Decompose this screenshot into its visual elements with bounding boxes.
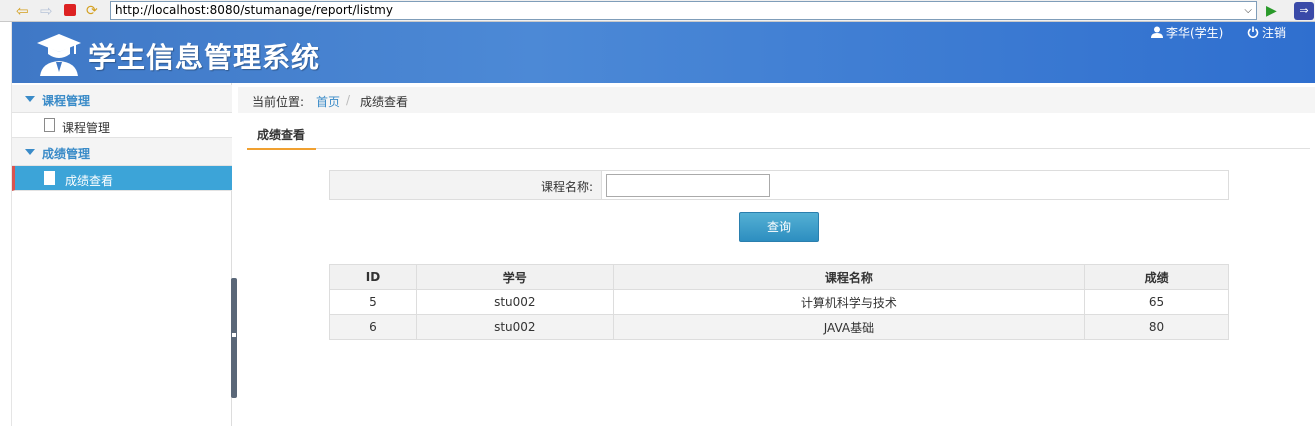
sidebar-item-score-view[interactable]: 成绩查看 — [12, 166, 232, 191]
cell-course-name: 计算机科学与技术 — [612, 289, 1086, 315]
splitter-handle[interactable] — [231, 278, 237, 398]
cell-score: 80 — [1084, 314, 1229, 340]
search-label-cell: 课程名称: — [330, 171, 602, 199]
graduate-icon — [37, 34, 81, 76]
tab-bar-line — [247, 148, 1310, 149]
sidebar-group-label: 课程管理 — [42, 94, 91, 108]
breadcrumb: 当前位置: 首页 / 成绩查看 — [238, 87, 1315, 113]
sidebar-item-label: 课程管理 — [62, 121, 111, 135]
sidebar: 课程管理 课程管理 成绩管理 成绩查看 — [12, 83, 232, 426]
user-icon — [1151, 26, 1163, 38]
tab-score-view[interactable]: 成绩查看 — [247, 126, 316, 150]
cell-score: 65 — [1084, 289, 1229, 315]
document-icon — [44, 118, 55, 132]
search-form: 课程名称: — [329, 170, 1229, 200]
column-header-course-name: 课程名称 — [612, 264, 1086, 290]
chevron-down-icon[interactable]: ⌵ — [1244, 2, 1252, 19]
caret-down-icon — [25, 96, 35, 102]
column-header-student-no: 学号 — [415, 264, 614, 290]
breadcrumb-home-link[interactable]: 首页 — [316, 93, 340, 110]
app-title: 学生信息管理系统 — [88, 41, 321, 74]
table-row: 6 stu002 JAVA基础 80 — [329, 314, 1229, 340]
back-icon[interactable]: ⇦ — [16, 2, 34, 20]
breadcrumb-separator: / — [346, 93, 351, 107]
refresh-icon[interactable]: ⟳ — [86, 2, 104, 20]
current-user[interactable]: 李华(学生) — [1166, 24, 1223, 41]
exit-icon[interactable]: ⇒ — [1294, 2, 1314, 20]
left-strip — [0, 22, 12, 426]
cell-student-no: stu002 — [415, 289, 614, 315]
column-header-id: ID — [329, 264, 417, 290]
splitter-grip — [232, 333, 236, 337]
document-icon — [44, 171, 55, 185]
address-bar[interactable]: http://localhost:8080/stumanage/report/l… — [110, 1, 1257, 20]
column-header-score: 成绩 — [1084, 264, 1229, 290]
table-header-row: ID 学号 课程名称 成绩 — [329, 264, 1229, 290]
power-icon[interactable] — [1247, 26, 1259, 38]
score-table: ID 学号 课程名称 成绩 5 stu002 计算机科学与技术 65 6 stu… — [329, 264, 1229, 340]
query-button[interactable]: 查询 — [739, 212, 819, 242]
stop-icon[interactable] — [64, 4, 76, 16]
table-row: 5 stu002 计算机科学与技术 65 — [329, 289, 1229, 315]
breadcrumb-label: 当前位置: — [252, 95, 305, 109]
sidebar-group-label: 成绩管理 — [42, 147, 91, 161]
cell-id: 5 — [329, 289, 417, 315]
course-name-input[interactable] — [606, 174, 770, 197]
cell-course-name: JAVA基础 — [612, 314, 1086, 340]
caret-down-icon — [25, 149, 35, 155]
breadcrumb-current: 成绩查看 — [360, 95, 409, 109]
cell-id: 6 — [329, 314, 417, 340]
cell-student-no: stu002 — [415, 314, 614, 340]
app-header: 学生信息管理系统 — [12, 22, 1315, 83]
address-bar-text: http://localhost:8080/stumanage/report/l… — [115, 3, 393, 17]
sidebar-item-course-manage[interactable]: 课程管理 — [12, 113, 232, 138]
forward-icon[interactable]: ⇨ — [40, 2, 58, 20]
browser-toolbar: ⇦ ⇨ ⟳ http://localhost:8080/stumanage/re… — [0, 0, 1315, 22]
sidebar-item-label: 成绩查看 — [65, 174, 114, 188]
logout-link[interactable]: 注销 — [1262, 24, 1286, 41]
sidebar-group-course[interactable]: 课程管理 — [12, 85, 232, 113]
sidebar-group-score[interactable]: 成绩管理 — [12, 138, 232, 166]
tab-label: 成绩查看 — [257, 128, 306, 142]
go-icon[interactable]: ▶ — [1266, 2, 1277, 20]
course-name-label: 课程名称: — [540, 180, 593, 194]
